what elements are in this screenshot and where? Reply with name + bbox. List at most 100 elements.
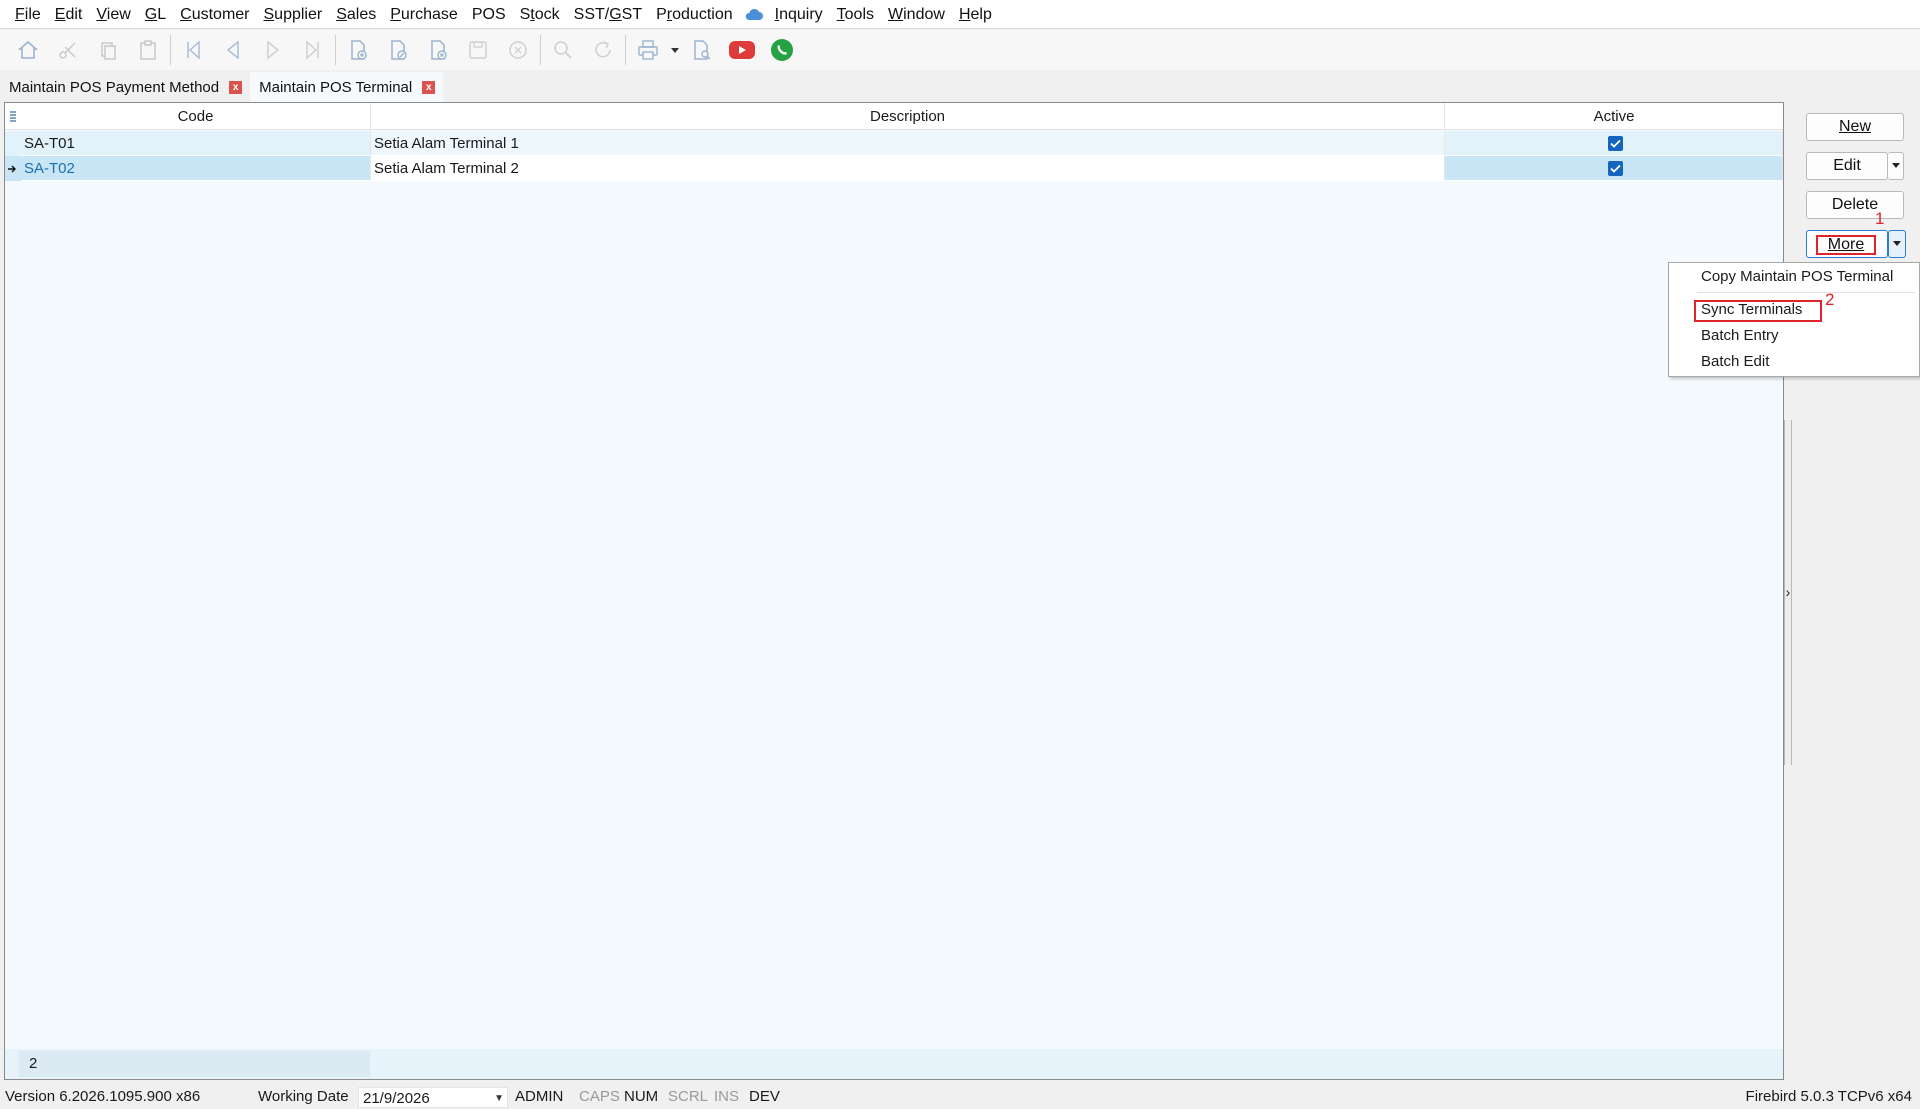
next-record-icon[interactable]	[253, 32, 293, 68]
num-indicator: NUM	[624, 1088, 659, 1105]
edit-document-icon[interactable]	[378, 32, 418, 68]
menu-purchase[interactable]: Purchase	[383, 0, 465, 29]
checkbox-checked-icon[interactable]	[1607, 135, 1623, 151]
terminal-grid: Code Description Active SA-T01 Setia Ala…	[4, 102, 1784, 1080]
edit-button-label: Edit	[1833, 157, 1861, 174]
edit-dropdown-button[interactable]	[1888, 152, 1904, 180]
youtube-icon[interactable]	[722, 32, 762, 68]
menu-file[interactable]: File	[8, 0, 48, 29]
cell-active[interactable]	[1445, 131, 1783, 156]
working-date-picker[interactable]: 21/9/2026 ▼	[358, 1087, 508, 1108]
menu-sales[interactable]: Sales	[329, 0, 383, 29]
database-info: Firebird 5.0.3 TCPv6 x64	[1745, 1088, 1912, 1105]
column-header-code[interactable]: Code	[21, 103, 371, 130]
menu-supplier[interactable]: Supplier	[257, 0, 330, 29]
more-button[interactable]: More	[1806, 230, 1888, 258]
tab-maintain-pos-payment-method[interactable]: Maintain POS Payment Method x	[0, 72, 250, 102]
tab-close-icon[interactable]: x	[422, 80, 436, 94]
cloud-icon[interactable]	[743, 0, 765, 29]
more-dropdown-menu: Copy Maintain POS Terminal Sync Terminal…	[1668, 262, 1920, 377]
tab-label: Maintain POS Payment Method	[9, 78, 220, 96]
user-indicator: ADMIN	[515, 1088, 564, 1105]
chevron-down-icon	[1891, 163, 1900, 168]
first-record-icon[interactable]	[173, 32, 213, 68]
menu-gl[interactable]: GL	[138, 0, 173, 29]
status-bar: Version 6.2026.1095.900 x86 Working Date…	[0, 1085, 1920, 1109]
search-icon[interactable]	[543, 32, 583, 68]
chevron-down-icon	[1893, 241, 1901, 246]
menu-production[interactable]: Production	[649, 0, 740, 29]
menu-pos[interactable]: POS	[465, 0, 513, 29]
cut-icon[interactable]	[48, 32, 88, 68]
menu-help[interactable]: Help	[952, 0, 999, 29]
column-chooser-icon[interactable]	[5, 103, 21, 130]
toolbar-separator	[625, 35, 626, 65]
checkbox-checked-icon[interactable]	[1607, 160, 1623, 176]
chevron-right-icon[interactable]: ›	[1784, 584, 1792, 600]
row-indicator	[5, 131, 21, 156]
menu-view[interactable]: View	[89, 0, 137, 29]
menu-bar: File Edit View GL Customer Supplier Sale…	[0, 0, 1920, 29]
menu-separator	[1697, 292, 1915, 293]
new-document-icon[interactable]	[338, 32, 378, 68]
cell-code[interactable]: SA-T01	[21, 131, 371, 156]
tab-label: Maintain POS Terminal	[259, 78, 413, 96]
menu-edit[interactable]: Edit	[48, 0, 90, 29]
current-row-arrow-icon	[5, 156, 21, 181]
delete-document-icon[interactable]	[418, 32, 458, 68]
more-dropdown-button[interactable]	[1888, 230, 1906, 258]
menu-item-batch-edit[interactable]: Batch Edit	[1701, 353, 1769, 370]
menu-tools[interactable]: Tools	[830, 0, 881, 29]
whatsapp-icon[interactable]	[762, 32, 802, 68]
cell-description[interactable]: Setia Alam Terminal 1	[371, 131, 1445, 156]
annotation-step-1: 1	[1875, 209, 1885, 228]
copy-icon[interactable]	[88, 32, 128, 68]
delete-button[interactable]: Delete	[1806, 191, 1904, 219]
last-record-icon[interactable]	[293, 32, 333, 68]
column-header-description[interactable]: Description	[371, 103, 1445, 130]
refresh-icon[interactable]	[583, 32, 623, 68]
menu-item-copy-maintain-pos-terminal[interactable]: Copy Maintain POS Terminal	[1701, 268, 1893, 285]
toolbar-separator	[170, 35, 171, 65]
cell-code[interactable]: SA-T02	[21, 156, 371, 181]
menu-window[interactable]: Window	[881, 0, 952, 29]
version-text: Version 6.2026.1095.900 x86	[5, 1088, 201, 1105]
tab-bar: Maintain POS Payment Method x Maintain P…	[0, 70, 1920, 102]
scrl-indicator: SCRL	[668, 1088, 709, 1105]
menu-sst-gst[interactable]: SST/GST	[567, 0, 649, 29]
print-icon[interactable]	[628, 32, 668, 68]
column-header-active[interactable]: Active	[1445, 103, 1783, 130]
previous-record-icon[interactable]	[213, 32, 253, 68]
new-button[interactable]: New	[1806, 113, 1904, 141]
menu-file-rest: ile	[24, 5, 41, 23]
home-icon[interactable]	[8, 32, 48, 68]
cell-active[interactable]	[1445, 156, 1783, 181]
toolbar	[0, 30, 1920, 70]
ins-indicator: INS	[714, 1088, 740, 1105]
toolbar-separator	[335, 35, 336, 65]
working-date-value: 21/9/2026	[363, 1090, 430, 1107]
working-date-label: Working Date	[258, 1088, 349, 1105]
print-preview-icon[interactable]	[682, 32, 722, 68]
edit-button[interactable]: Edit	[1806, 152, 1888, 180]
new-button-label: New	[1838, 118, 1871, 135]
record-count: 2	[19, 1051, 370, 1077]
tab-maintain-pos-terminal[interactable]: Maintain POS Terminal x	[250, 72, 444, 102]
print-dropdown-icon[interactable]	[668, 32, 682, 68]
table-row-selected[interactable]: SA-T02 Setia Alam Terminal 2	[5, 156, 1783, 181]
cell-description[interactable]: Setia Alam Terminal 2	[371, 156, 1445, 181]
cancel-icon[interactable]	[498, 32, 538, 68]
annotation-step-2: 2	[1825, 290, 1835, 309]
menu-inquiry[interactable]: Inquiry	[768, 0, 830, 29]
save-icon[interactable]	[458, 32, 498, 68]
grid-header: Code Description Active	[5, 103, 1783, 130]
menu-customer[interactable]: Customer	[173, 0, 256, 29]
menu-item-sync-terminals[interactable]: Sync Terminals	[1701, 301, 1802, 318]
menu-stock[interactable]: Stock	[513, 0, 567, 29]
table-row[interactable]: SA-T01 Setia Alam Terminal 1	[5, 131, 1783, 156]
chevron-down-icon[interactable]: ▼	[494, 1088, 504, 1109]
tab-close-icon[interactable]: x	[229, 80, 243, 94]
paste-icon[interactable]	[128, 32, 168, 68]
toolbar-separator	[540, 35, 541, 65]
menu-item-batch-entry[interactable]: Batch Entry	[1701, 327, 1779, 344]
